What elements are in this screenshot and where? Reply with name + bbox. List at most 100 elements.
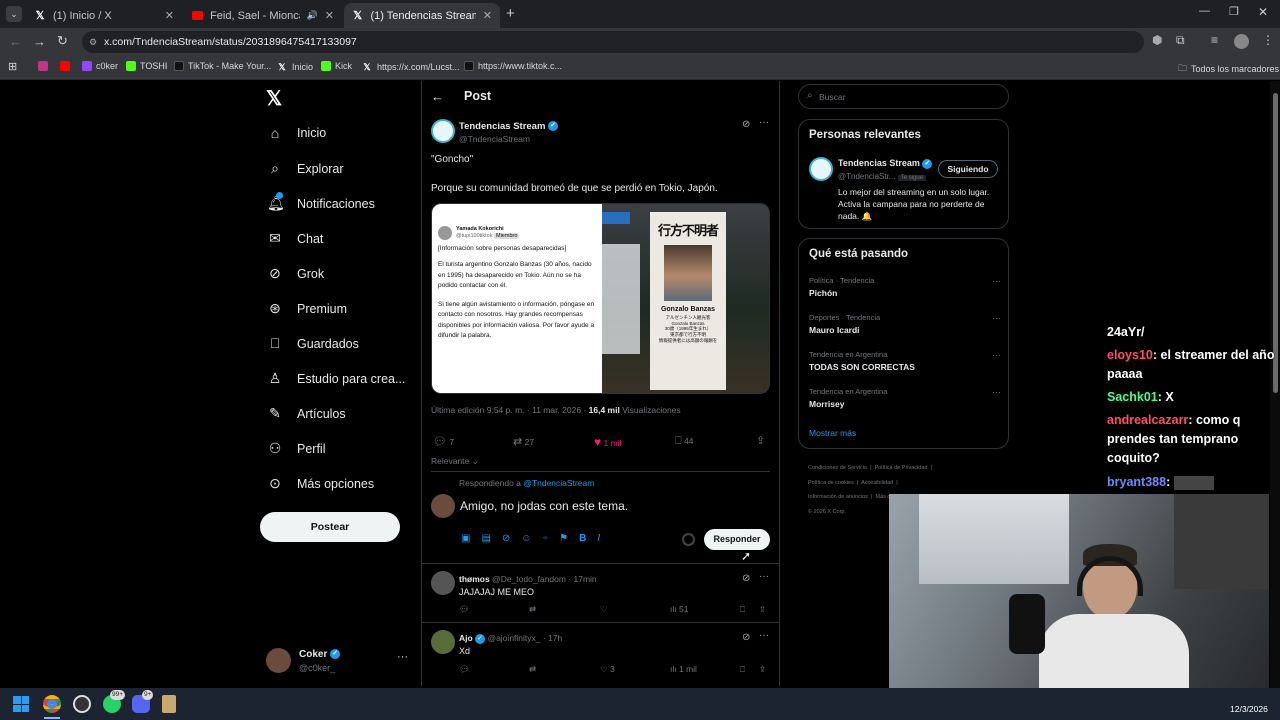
footer-link[interactable]: Accesibilidad bbox=[861, 480, 893, 486]
more-icon[interactable]: ··· bbox=[759, 117, 769, 128]
reply-avatar[interactable] bbox=[431, 571, 455, 595]
like-action[interactable]: ♥ 1 mil bbox=[594, 435, 621, 449]
more-icon[interactable]: ··· bbox=[759, 630, 769, 641]
relevant-name[interactable]: Tendencias Stream ✓ bbox=[838, 158, 933, 169]
image-icon[interactable]: ▣ bbox=[461, 533, 470, 544]
chrome-icon[interactable] bbox=[43, 695, 61, 713]
author-name[interactable]: Tendencias Stream ✓ bbox=[459, 121, 559, 132]
bookmark-kick[interactable]: Kick bbox=[321, 61, 352, 71]
reply-handle[interactable]: @ajoinfinityx_ bbox=[487, 633, 540, 643]
trend-item[interactable]: Deportes · Tendencia Mauro Icardi ··· bbox=[809, 313, 1001, 335]
bookmark-instagram[interactable] bbox=[38, 61, 48, 71]
trend-item[interactable]: Tendencia en Argentina TODAS SON CORRECT… bbox=[809, 350, 1001, 372]
all-bookmarks[interactable]: 🗀 Todos los marcadores bbox=[1178, 61, 1279, 77]
nav-mas-opciones[interactable]: ⊙ Más opciones bbox=[267, 475, 374, 492]
grok-icon[interactable]: ⊘ bbox=[742, 573, 750, 584]
more-icon[interactable]: ··· bbox=[397, 651, 408, 663]
more-icon[interactable]: ··· bbox=[992, 313, 1001, 323]
author-avatar[interactable] bbox=[431, 119, 455, 143]
reply-avatar[interactable] bbox=[431, 630, 455, 654]
obs-icon[interactable] bbox=[73, 695, 91, 713]
nav-articulos[interactable]: ✎ Artículos bbox=[267, 405, 346, 422]
site-info-icon[interactable]: ⚙ bbox=[89, 31, 97, 53]
new-tab-button[interactable]: + bbox=[506, 5, 515, 22]
post-button[interactable]: Postear bbox=[260, 512, 400, 542]
close-tab-icon[interactable]: ✕ bbox=[325, 9, 334, 22]
share-icon[interactable]: ⇪ bbox=[759, 664, 766, 675]
more-icon[interactable]: ··· bbox=[992, 276, 1001, 286]
media-icon[interactable]: ≡ bbox=[1211, 33, 1218, 47]
nav-notificaciones[interactable]: 🔔︎ Notificaciones bbox=[267, 192, 375, 212]
back-arrow-icon[interactable]: ← bbox=[431, 89, 444, 104]
forward-icon[interactable]: → bbox=[33, 34, 46, 49]
trend-item[interactable]: Tendencia en Argentina Morrisey ··· bbox=[809, 387, 1001, 409]
following-button[interactable]: Siguiendo bbox=[938, 160, 998, 178]
back-icon[interactable]: ← bbox=[9, 34, 22, 49]
share-icon[interactable]: ⇪ bbox=[759, 604, 766, 615]
profile-avatar[interactable] bbox=[1234, 34, 1249, 49]
bookmark-tiktok[interactable]: TikTok - Make Your... bbox=[174, 61, 271, 71]
extensions-icon[interactable]: ⧉ bbox=[1176, 33, 1185, 48]
relevant-avatar[interactable] bbox=[809, 157, 833, 181]
close-tab-icon[interactable]: ✕ bbox=[165, 9, 174, 22]
author-handle[interactable]: @TndenciaStream bbox=[459, 134, 530, 144]
reply-icon[interactable]: 💬︎ bbox=[459, 604, 470, 615]
reply-action[interactable]: 💬︎ 7 bbox=[433, 435, 454, 448]
bookmark-icon[interactable]: ⎕ bbox=[740, 664, 745, 675]
clock-date[interactable]: 12/3/2026 bbox=[1230, 704, 1268, 714]
like-action[interactable]: ♡ 3 bbox=[600, 664, 615, 675]
reply-author[interactable]: Ajo bbox=[459, 633, 473, 643]
tab-inicio-x[interactable]: 𝕏 (1) Inicio / X ✕ bbox=[26, 3, 182, 28]
repost-icon[interactable]: ⇄ bbox=[529, 604, 536, 615]
nav-estudio[interactable]: ♙ Estudio para crea... bbox=[267, 370, 406, 387]
more-icon[interactable]: ··· bbox=[759, 571, 769, 582]
close-tab-icon[interactable]: ✕ bbox=[483, 9, 492, 22]
reply-input[interactable]: Amigo, no jodas con este tema. bbox=[460, 499, 628, 513]
kebab-menu-icon[interactable]: ⋮ bbox=[1262, 33, 1274, 47]
more-icon[interactable]: ··· bbox=[992, 387, 1001, 397]
nav-guardados[interactable]: ⎕ Guardados bbox=[267, 335, 359, 352]
views-action[interactable]: ılı 51 bbox=[670, 604, 688, 614]
footer-link[interactable]: Política de cookies bbox=[808, 480, 854, 486]
league-icon[interactable] bbox=[162, 695, 176, 713]
heart-icon[interactable]: ♡ bbox=[600, 604, 608, 615]
tab-youtube[interactable]: Feid, Sael - Mionca Al Bloque 🔊 ✕ bbox=[184, 3, 342, 28]
bookmark-lucst[interactable]: 𝕏https://x.com/Lucst... bbox=[361, 61, 459, 73]
tab-tendencias-stream[interactable]: 𝕏 (1) Tendencias Stream en X: "G ✕ bbox=[344, 3, 500, 28]
scrollbar[interactable] bbox=[1270, 81, 1280, 688]
grok-icon[interactable]: ⊘ bbox=[742, 119, 750, 130]
nav-premium[interactable]: ⊛ Premium bbox=[267, 300, 347, 317]
footer-link[interactable]: Condiciones de Servicio bbox=[808, 465, 867, 471]
views-action[interactable]: ılı 1 mil bbox=[670, 664, 697, 674]
nav-chat[interactable]: ✉ Chat bbox=[267, 230, 323, 247]
repost-action[interactable]: ⇄ 27 bbox=[513, 435, 534, 448]
tab-search-button[interactable]: ⌄ bbox=[6, 6, 22, 22]
shield-icon[interactable]: ⬢ bbox=[1152, 33, 1162, 47]
address-bar[interactable]: ⚙ x.com/TndenciaStream/status/2031896475… bbox=[82, 31, 1144, 53]
location-icon[interactable]: ⌖ bbox=[543, 533, 549, 544]
share-icon[interactable]: ⇪ bbox=[756, 434, 765, 447]
bookmark-c0ker[interactable]: c0ker bbox=[82, 61, 118, 71]
search-box[interactable]: ⌕ Buscar bbox=[798, 84, 1009, 109]
minimize-icon[interactable]: — bbox=[1199, 5, 1210, 17]
apps-icon[interactable]: ⊞ bbox=[8, 60, 17, 73]
bookmark-toshi[interactable]: TOSHI bbox=[126, 61, 167, 71]
nav-grok[interactable]: ⊘ Grok bbox=[267, 265, 324, 282]
trend-item[interactable]: Política · Tendencia Pichón ··· bbox=[809, 276, 1001, 298]
reply-icon[interactable]: 💬︎ bbox=[459, 664, 470, 675]
bookmark-youtube[interactable] bbox=[60, 61, 70, 71]
nav-inicio[interactable]: ⌂ Inicio bbox=[267, 125, 326, 141]
bookmark-icon[interactable]: ⎕ bbox=[740, 604, 745, 615]
grok-icon[interactable]: ⊘ bbox=[502, 533, 510, 544]
reload-icon[interactable]: ↻ bbox=[57, 33, 68, 49]
account-switcher[interactable]: Coker ✓ @c0ker_ ··· bbox=[266, 646, 412, 676]
reply-handle[interactable]: @De_todo_fandom bbox=[492, 574, 566, 584]
nav-perfil[interactable]: ⚇ Perfil bbox=[267, 440, 326, 457]
show-more-link[interactable]: Mostrar más bbox=[809, 428, 856, 438]
relevance-dropdown[interactable]: Relevante ⌄ bbox=[431, 456, 479, 467]
footer-link[interactable]: Información de anuncios bbox=[808, 494, 868, 500]
footer-link[interactable]: Política de Privacidad bbox=[875, 465, 928, 471]
grok-icon[interactable]: ⊘ bbox=[742, 632, 750, 643]
bookmark-action[interactable]: ⎕ 44 bbox=[675, 435, 693, 448]
bold-icon[interactable]: B bbox=[579, 533, 586, 544]
